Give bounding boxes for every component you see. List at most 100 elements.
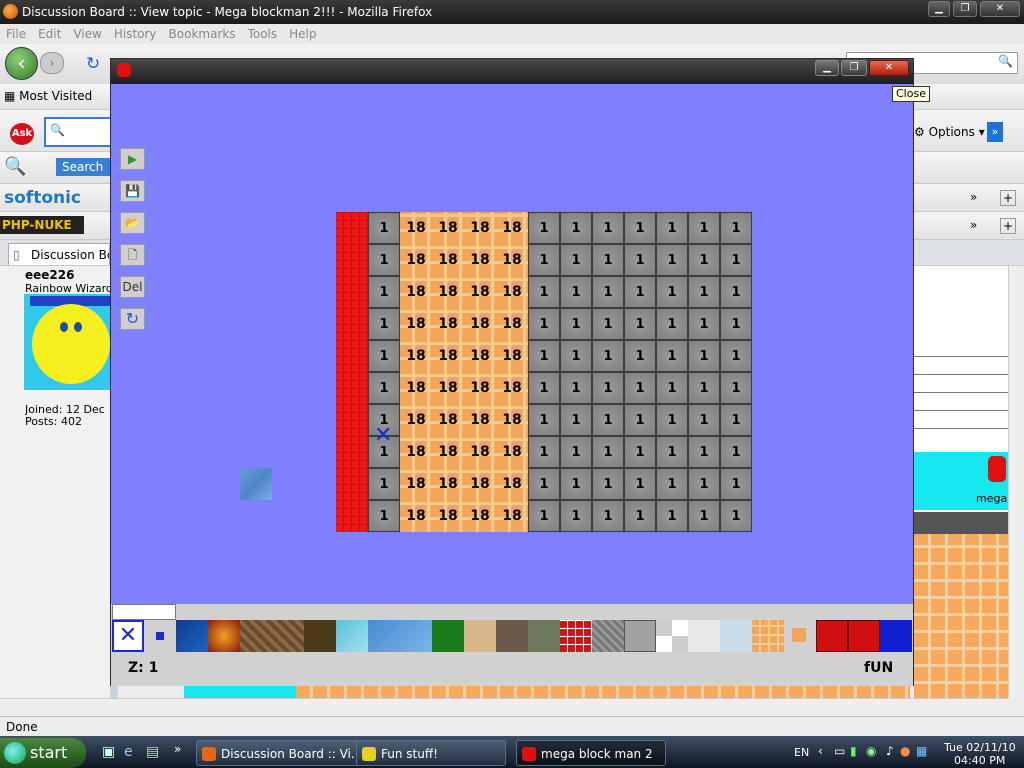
- grid-cell[interactable]: 18: [400, 372, 432, 404]
- grid-cell[interactable]: 1: [528, 436, 560, 468]
- grid-cell[interactable]: 1: [720, 404, 752, 436]
- palette-tile-red-block[interactable]: [816, 620, 848, 652]
- task-mega-block-man[interactable]: mega block man 2: [516, 740, 666, 766]
- menu-file[interactable]: File: [0, 24, 32, 44]
- signal-icon[interactable]: ▮: [850, 744, 857, 758]
- grid-cell[interactable]: 1: [624, 372, 656, 404]
- grid-cell[interactable]: 18: [432, 468, 464, 500]
- menu-bookmarks[interactable]: Bookmarks: [163, 24, 242, 44]
- grid-cell[interactable]: 1: [688, 500, 720, 532]
- show-desktop-icon[interactable]: ▣: [102, 744, 115, 760]
- grid-cell[interactable]: 18: [496, 212, 528, 244]
- grid-cell[interactable]: 1: [560, 404, 592, 436]
- palette-tile-red-block-2[interactable]: [848, 620, 880, 652]
- grid-cell[interactable]: 18: [464, 308, 496, 340]
- ask-search-input[interactable]: 🔍: [44, 117, 112, 147]
- grid-cell-red[interactable]: [336, 212, 368, 244]
- grid-cell[interactable]: 1: [528, 500, 560, 532]
- grid-cell[interactable]: 1: [560, 436, 592, 468]
- grid-cell[interactable]: 1: [528, 308, 560, 340]
- grid-cell[interactable]: 1: [720, 340, 752, 372]
- grid-cell[interactable]: 1: [624, 276, 656, 308]
- palette-tile-checker[interactable]: [656, 620, 688, 652]
- grid-cell[interactable]: 1: [592, 436, 624, 468]
- grid-cell-red[interactable]: [336, 500, 368, 532]
- app-icon[interactable]: ▤: [146, 744, 159, 760]
- start-button[interactable]: start: [0, 738, 86, 768]
- grid-cell[interactable]: 1: [592, 244, 624, 276]
- menu-tools[interactable]: Tools: [242, 24, 284, 44]
- open-folder-icon[interactable]: 📂: [120, 212, 145, 234]
- grid-cell[interactable]: 18: [496, 308, 528, 340]
- grid-cell[interactable]: 1: [720, 276, 752, 308]
- task-fun-stuff[interactable]: Fun stuff!: [356, 740, 506, 766]
- palette-name-input[interactable]: [112, 604, 176, 620]
- reload-icon[interactable]: ↻: [86, 54, 100, 74]
- grid-cell[interactable]: 1: [688, 308, 720, 340]
- grid-cell-red[interactable]: [336, 308, 368, 340]
- grid-cell[interactable]: 1: [592, 468, 624, 500]
- grid-cell[interactable]: 18: [400, 500, 432, 532]
- palette-tile-lava[interactable]: [208, 620, 240, 652]
- grid-cell-red[interactable]: [336, 404, 368, 436]
- grid-cell[interactable]: 18: [496, 244, 528, 276]
- grid-cell[interactable]: 1: [688, 244, 720, 276]
- add-icon[interactable]: +: [1000, 190, 1016, 206]
- grid-cell[interactable]: 1: [592, 276, 624, 308]
- grid-cell-red[interactable]: [336, 468, 368, 500]
- grid-cell[interactable]: 18: [432, 372, 464, 404]
- grid-cell[interactable]: 1: [688, 468, 720, 500]
- grid-cell[interactable]: 18: [432, 244, 464, 276]
- grid-cell[interactable]: 18: [432, 308, 464, 340]
- grid-cell[interactable]: 1: [624, 468, 656, 500]
- grid-cell[interactable]: 1: [720, 372, 752, 404]
- grid-cell-red[interactable]: [336, 340, 368, 372]
- menu-history[interactable]: History: [108, 24, 163, 44]
- palette-tile-orange-small[interactable]: [792, 628, 806, 642]
- grid-cell[interactable]: 1: [528, 212, 560, 244]
- grid-cell[interactable]: 1: [624, 500, 656, 532]
- grid-cell[interactable]: 18: [432, 500, 464, 532]
- grid-cell[interactable]: 18: [400, 212, 432, 244]
- grid-cell[interactable]: 1: [592, 500, 624, 532]
- palette-tile-blue[interactable]: [176, 620, 208, 652]
- grid-cell[interactable]: 1: [592, 212, 624, 244]
- task-discussion-board[interactable]: Discussion Board :: Vi...: [196, 740, 360, 766]
- clock-time[interactable]: 04:40 PM: [954, 754, 1005, 767]
- palette-tile-moss[interactable]: [528, 620, 560, 652]
- grid-cell[interactable]: 1: [656, 212, 688, 244]
- grid-cell[interactable]: 1: [560, 212, 592, 244]
- grid-cell[interactable]: 1: [688, 340, 720, 372]
- vertical-scrollbar[interactable]: [1008, 266, 1024, 698]
- grid-cell[interactable]: 1: [592, 372, 624, 404]
- grid-cell[interactable]: 18: [496, 500, 528, 532]
- grid-cell[interactable]: 1: [656, 500, 688, 532]
- chevron-right-icon[interactable]: »: [970, 190, 977, 204]
- rotate-icon[interactable]: ↻: [120, 308, 145, 330]
- level-grid[interactable]: 1 18 18 18 18 1 1 1 1 1 1 1 1 18 18 18 18 1 1 1 1 1 1 1 1 18 18 18 1…: [336, 212, 752, 532]
- grid-cell[interactable]: 18: [432, 276, 464, 308]
- grid-cell[interactable]: 1: [720, 436, 752, 468]
- grid-cell[interactable]: 1: [368, 500, 400, 532]
- grid-cell[interactable]: 1: [560, 500, 592, 532]
- game-close-button[interactable]: ✕: [869, 60, 909, 76]
- grid-cell[interactable]: 1: [720, 500, 752, 532]
- chevron-right-icon[interactable]: »: [987, 122, 1003, 142]
- grid-cell[interactable]: 1: [560, 372, 592, 404]
- grid-cell[interactable]: 1: [368, 340, 400, 372]
- grid-cell[interactable]: 1: [624, 244, 656, 276]
- grid-cell[interactable]: 1: [624, 340, 656, 372]
- palette-tile-metal[interactable]: [592, 620, 624, 652]
- palette-tile-red-brick[interactable]: [560, 620, 592, 652]
- grid-cell[interactable]: 18: [400, 468, 432, 500]
- menu-help[interactable]: Help: [283, 24, 322, 44]
- minimize-button[interactable]: ▁: [928, 1, 950, 17]
- grid-cell[interactable]: 1: [528, 340, 560, 372]
- palette-tile-water-light[interactable]: [368, 620, 432, 652]
- grid-cell[interactable]: 1: [624, 212, 656, 244]
- chevron-right-icon[interactable]: »: [970, 218, 977, 232]
- grid-cell[interactable]: 1: [720, 212, 752, 244]
- grid-cell[interactable]: 18: [496, 372, 528, 404]
- horizontal-scrollbar[interactable]: [0, 698, 1008, 714]
- grid-cell[interactable]: 18: [400, 340, 432, 372]
